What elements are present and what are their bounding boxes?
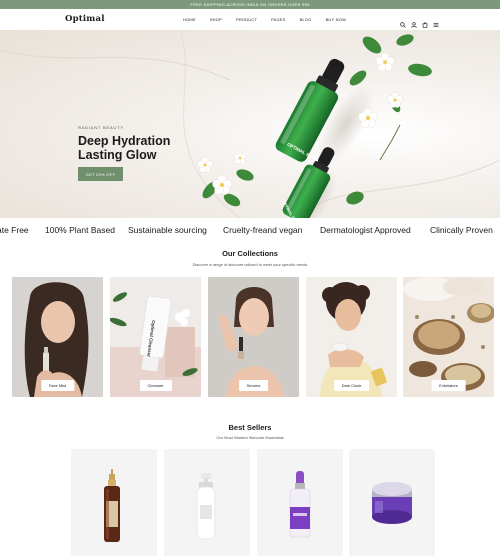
nav-pages[interactable]: PAGES bbox=[271, 17, 286, 22]
collections-grid: Face Mist Optimal Cleanser Cleanser Seru… bbox=[12, 277, 494, 397]
product-image-dropper-serum bbox=[289, 471, 311, 538]
collection-label-face-mist[interactable]: Face Mist bbox=[40, 380, 75, 391]
hero-image: OPTIMAL SERUM OPTIMAL SERUM bbox=[0, 30, 500, 218]
main-nav: HOME SHOP PRODUCT PAGES BLOG BUY NOW bbox=[183, 17, 360, 22]
collection-card-serums[interactable]: Serums bbox=[208, 277, 299, 397]
bestsellers-grid bbox=[71, 449, 435, 556]
header-icons: 0 bbox=[400, 15, 439, 47]
search-icon[interactable] bbox=[400, 15, 406, 28]
hero-title-line-1: Deep Hydration bbox=[78, 134, 171, 148]
dark-circle-image bbox=[306, 277, 397, 397]
product-image-spray-bottle bbox=[104, 469, 120, 542]
cleanser-image: Optimal Cleanser bbox=[110, 277, 201, 397]
collection-card-dark-circle[interactable]: Dark Circle bbox=[306, 277, 397, 397]
collections-subtitle: Discover a range of skincare tailored to… bbox=[192, 262, 308, 267]
collection-label-exfoliators[interactable]: Exfoliators bbox=[431, 380, 466, 391]
cart-icon[interactable]: 0 bbox=[422, 15, 431, 47]
collection-label-dark-circle[interactable]: Dark Circle bbox=[333, 380, 370, 391]
product-card[interactable] bbox=[349, 449, 435, 556]
nav-buy-now[interactable]: BUY NOW bbox=[326, 17, 346, 22]
product-image-pump-bottle bbox=[196, 473, 216, 540]
bestsellers-title: Best Sellers bbox=[228, 423, 272, 432]
nav-shop[interactable]: SHOP bbox=[210, 17, 222, 22]
hero-subtitle: RADIANT BEAUTY bbox=[78, 125, 124, 130]
hero-title-line-2: Lasting Glow bbox=[78, 148, 157, 162]
marquee-item: Clinically Proven bbox=[430, 225, 493, 235]
hero-cta-button[interactable]: GET 20% OFF bbox=[78, 167, 123, 181]
collection-card-exfoliators[interactable]: Exfoliators bbox=[403, 277, 494, 397]
site-header: Optimal HOME SHOP PRODUCT PAGES BLOG BUY… bbox=[0, 9, 500, 47]
product-image-cream-jar bbox=[372, 482, 412, 524]
site-logo[interactable]: Optimal bbox=[65, 14, 105, 24]
collection-label-serums[interactable]: Serums bbox=[238, 380, 269, 391]
face-mist-image bbox=[12, 277, 103, 397]
collections-title: Our Collections bbox=[222, 249, 278, 258]
bestsellers-subtitle: Our Most Wanted Skincare Essentials bbox=[216, 435, 284, 440]
hero-banner: OPTIMAL SERUM OPTIMAL SERUM RADIANT BEAU… bbox=[0, 30, 500, 218]
nav-blog[interactable]: BLOG bbox=[300, 17, 312, 22]
product-card[interactable] bbox=[164, 449, 250, 556]
marquee-item: Dermatologist Approved bbox=[320, 225, 411, 235]
nav-home[interactable]: HOME bbox=[183, 17, 196, 22]
serums-image bbox=[208, 277, 299, 397]
announcement-bar: FREE SHIPPING ACROSS INDIA ON ORDERS OVE… bbox=[0, 0, 500, 9]
feature-marquee: ate Free 100% Plant Based Sustainable so… bbox=[0, 224, 500, 238]
collection-card-face-mist[interactable]: Face Mist bbox=[12, 277, 103, 397]
nav-product[interactable]: PRODUCT bbox=[236, 17, 257, 22]
marquee-item: ate Free bbox=[0, 225, 29, 235]
menu-icon[interactable] bbox=[433, 15, 439, 27]
announcement-text: FREE SHIPPING ACROSS INDIA ON ORDERS OVE… bbox=[190, 2, 310, 7]
product-card[interactable] bbox=[71, 449, 157, 556]
marquee-item: 100% Plant Based bbox=[45, 225, 115, 235]
collection-card-cleanser[interactable]: Optimal Cleanser Cleanser bbox=[110, 277, 201, 397]
user-icon[interactable] bbox=[411, 15, 417, 28]
product-card[interactable] bbox=[257, 449, 343, 556]
marquee-item: Sustainable sourcing bbox=[128, 225, 207, 235]
marquee-item: Cruelty-freand vegan bbox=[223, 225, 303, 235]
collection-label-cleanser[interactable]: Cleanser bbox=[139, 380, 172, 391]
hero-title: Deep Hydration Lasting Glow bbox=[78, 134, 218, 162]
exfoliators-image bbox=[403, 277, 494, 397]
